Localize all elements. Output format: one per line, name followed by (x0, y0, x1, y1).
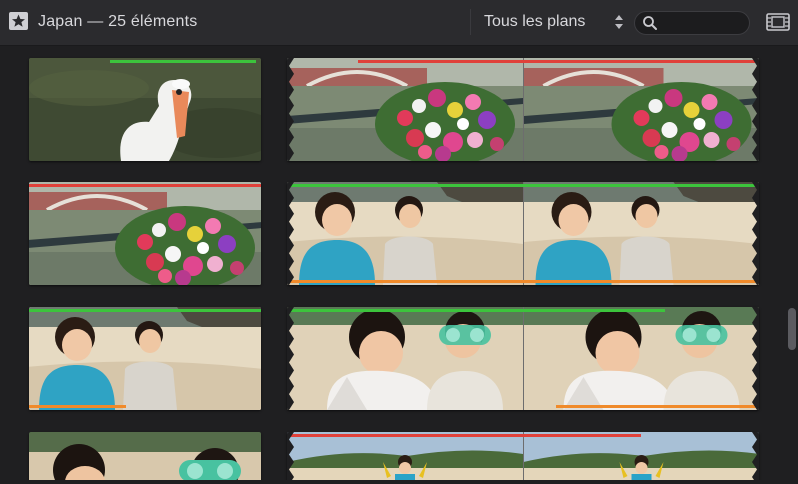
clip-frame (287, 58, 523, 161)
clip-thumbnail[interactable] (287, 307, 759, 410)
search-field[interactable] (634, 11, 750, 35)
search-icon (643, 16, 657, 30)
clip-frame (523, 182, 759, 285)
clip-browser (0, 46, 798, 484)
clip-thumbnail[interactable] (29, 58, 261, 161)
event-title: Japan — 25 éléments (38, 13, 198, 30)
clip-frame (523, 307, 759, 410)
rejected-marker (357, 60, 759, 63)
favorite-marker (29, 309, 261, 312)
clip-continuation-edge (752, 432, 759, 484)
clip-filter-select[interactable]: Tous les plans (484, 13, 585, 31)
favorite-marker (287, 184, 759, 187)
clip-frame (523, 432, 759, 484)
star-icon[interactable] (9, 12, 28, 30)
clip-frame (29, 432, 261, 484)
favorite-marker (110, 60, 257, 63)
clip-thumbnail[interactable] (29, 307, 261, 410)
scrollbar-thumb[interactable] (788, 308, 796, 350)
clip-frame (523, 58, 759, 161)
keyword-marker (287, 280, 759, 283)
browser-bottom (0, 480, 798, 484)
clip-continuation-edge (752, 58, 759, 161)
clip-frame (287, 182, 523, 285)
clip-frame (287, 307, 523, 410)
toolbar-divider (470, 9, 471, 35)
clip-thumbnail[interactable] (287, 182, 759, 285)
clip-continuation-edge (287, 307, 294, 410)
clip-frame (29, 182, 261, 285)
keyword-marker (29, 405, 127, 408)
updown-icon[interactable] (614, 13, 624, 31)
clip-continuation-edge (287, 182, 294, 285)
clip-thumbnail[interactable] (29, 432, 261, 484)
clip-continuation-edge (287, 58, 294, 161)
clip-thumbnail[interactable] (287, 58, 759, 161)
favorite-marker (287, 309, 665, 312)
filmstrip-icon[interactable] (766, 13, 790, 31)
clip-frame (29, 307, 261, 410)
clip-frame (29, 58, 261, 161)
browser-toolbar: Japan — 25 éléments Tous les plans (0, 0, 798, 46)
clip-continuation-edge (287, 432, 294, 484)
clip-thumbnail[interactable] (29, 182, 261, 285)
clip-continuation-edge (752, 182, 759, 285)
rejected-marker (287, 434, 641, 437)
rejected-marker (29, 184, 261, 187)
search-input[interactable] (661, 14, 749, 34)
clip-continuation-edge (752, 307, 759, 410)
clip-thumbnail[interactable] (287, 432, 759, 484)
keyword-marker (556, 405, 759, 408)
clip-frame (287, 432, 523, 484)
